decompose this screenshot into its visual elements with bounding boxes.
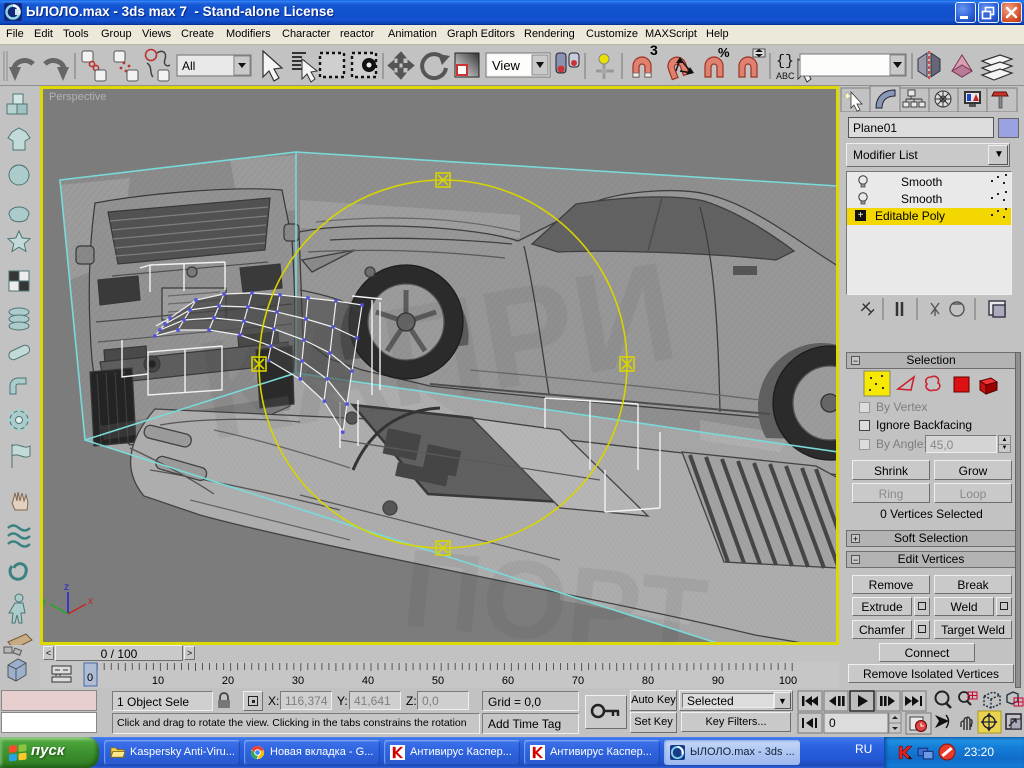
- svg-text:50: 50: [432, 675, 444, 687]
- svg-text:90: 90: [712, 675, 724, 687]
- svg-text:10: 10: [152, 675, 164, 687]
- svg-text:z: z: [64, 582, 69, 593]
- svg-text:0: 0: [829, 716, 836, 730]
- svg-text:40: 40: [362, 675, 374, 687]
- svg-text:0: 0: [87, 672, 93, 684]
- svg-text:80: 80: [642, 675, 654, 687]
- svg-text:All: All: [182, 59, 195, 73]
- svg-text:3: 3: [650, 45, 658, 58]
- svg-text:100: 100: [779, 675, 797, 687]
- svg-text:Perspective: Perspective: [49, 91, 106, 103]
- svg-text:View: View: [492, 58, 521, 73]
- svg-text:60: 60: [502, 675, 514, 687]
- svg-text:30: 30: [292, 675, 304, 687]
- svg-text:ABC: ABC: [776, 71, 795, 81]
- svg-text:x: x: [88, 596, 93, 607]
- svg-text:70: 70: [572, 675, 584, 687]
- svg-text:%: %: [718, 45, 730, 60]
- svg-text:{}: {}: [776, 53, 794, 70]
- svg-text:20: 20: [222, 675, 234, 687]
- svg-text:y: y: [43, 596, 47, 607]
